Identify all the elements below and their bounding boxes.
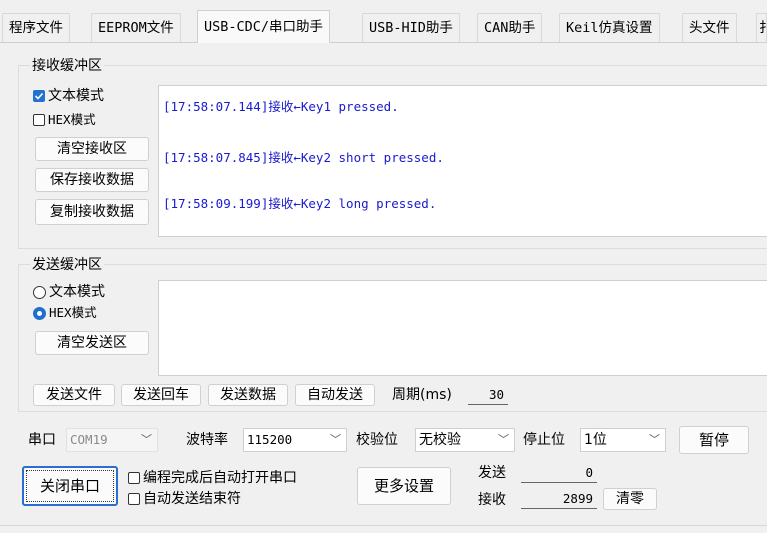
received-count-value: 2899 — [521, 489, 597, 509]
tab-label: CAN助手 — [484, 20, 536, 36]
auto-open-port-checkbox[interactable]: 编程完成后自动打开串口 — [128, 470, 297, 486]
send-text-mode-label: 文本模式 — [49, 284, 105, 300]
send-textarea[interactable] — [158, 280, 767, 376]
send-text-mode-radio[interactable]: 文本模式 — [33, 284, 105, 300]
parity-label: 校验位 — [356, 432, 398, 448]
bottom-divider — [0, 525, 767, 526]
checkbox-empty-icon — [128, 493, 140, 505]
pause-button[interactable]: 暂停 — [679, 426, 749, 454]
close-port-button[interactable]: 关闭串口 — [22, 466, 118, 506]
chevron-down-icon: ﹀ — [649, 433, 660, 446]
clear-send-button[interactable]: 清空发送区 — [35, 331, 149, 355]
port-label: 串口 — [28, 432, 56, 448]
tab-label: EEPROM文件 — [98, 20, 174, 36]
tab-usb-cdc-serial[interactable]: USB-CDC/串口助手 — [197, 10, 331, 43]
send-data-button[interactable]: 发送数据 — [208, 384, 288, 406]
receive-hex-mode-label: HEX模式 — [48, 112, 96, 127]
tab-usb-hid[interactable]: USB-HID助手 — [362, 13, 460, 42]
receive-buffer-title: 接收缓冲区 — [30, 58, 104, 74]
tab-eeprom-file[interactable]: EEPROM文件 — [91, 13, 181, 42]
tab-header-file[interactable]: 头文件 — [682, 13, 737, 42]
tab-label: 扌 — [759, 20, 766, 36]
auto-send-terminator-label: 自动发送结束符 — [143, 491, 241, 507]
tab-can[interactable]: CAN助手 — [477, 13, 543, 42]
radio-selected-icon — [33, 306, 46, 320]
received-line: [17:58:07.144]接收←Key1 pressed. — [163, 99, 399, 114]
received-line: [17:58:09.199]接收←Key2 long pressed. — [163, 196, 437, 211]
parity-select[interactable]: 无校验 ﹀ — [415, 428, 515, 452]
port-select[interactable]: COM19 ﹀ — [66, 428, 158, 452]
baud-select[interactable]: 115200 ﹀ — [243, 428, 347, 452]
receive-text-mode-label: 文本模式 — [48, 88, 104, 104]
sent-count-value: 0 — [521, 463, 597, 483]
chevron-down-icon: ﹀ — [498, 433, 509, 446]
chevron-down-icon: ﹀ — [330, 433, 341, 446]
auto-send-button[interactable]: 自动发送 — [295, 384, 375, 406]
period-input[interactable]: 30 — [468, 385, 508, 405]
tab-label: Keil仿真设置 — [566, 20, 653, 36]
send-buffer-title: 发送缓冲区 — [30, 257, 104, 273]
received-count-label: 接收 — [478, 492, 506, 508]
clear-receive-button[interactable]: 清空接收区 — [35, 137, 149, 161]
copy-receive-button[interactable]: 复制接收数据 — [35, 199, 149, 225]
checkbox-empty-icon — [128, 472, 140, 484]
sent-count-label: 发送 — [478, 465, 506, 481]
check-icon — [33, 90, 45, 102]
parity-value: 无校验 — [419, 432, 461, 448]
chevron-down-icon: ﹀ — [141, 433, 152, 446]
tab-bar: 程序文件 EEPROM文件 USB-CDC/串口助手 USB-HID助手 CAN… — [0, 0, 767, 43]
auto-open-port-label: 编程完成后自动打开串口 — [143, 470, 297, 486]
send-hex-mode-radio[interactable]: HEX模式 — [33, 305, 97, 321]
stop-bits-select[interactable]: 1位 ﹀ — [580, 428, 666, 452]
stop-bits-label: 停止位 — [523, 432, 565, 448]
tab-label: 程序文件 — [9, 20, 63, 36]
baud-value: 115200 — [247, 432, 293, 447]
stop-bits-value: 1位 — [584, 432, 607, 448]
received-line: [17:58:07.845]接收←Key2 short pressed. — [163, 150, 444, 165]
period-label: 周期(ms) — [392, 387, 452, 403]
tab-keil-settings[interactable]: Keil仿真设置 — [559, 13, 660, 42]
tab-label: 头文件 — [689, 20, 730, 36]
port-value: COM19 — [70, 432, 108, 447]
send-file-button[interactable]: 发送文件 — [33, 384, 115, 406]
tab-label: USB-HID助手 — [369, 20, 453, 36]
send-hex-mode-label: HEX模式 — [49, 305, 97, 320]
checkbox-empty-icon — [33, 114, 45, 126]
baud-label: 波特率 — [186, 432, 228, 448]
radio-empty-icon — [33, 285, 46, 299]
save-receive-button[interactable]: 保存接收数据 — [35, 168, 149, 192]
tab-label: USB-CDC/串口助手 — [204, 19, 324, 35]
tab-overflow[interactable]: 扌 — [756, 13, 767, 42]
reset-count-button[interactable]: 清零 — [603, 488, 657, 510]
auto-send-terminator-checkbox[interactable]: 自动发送结束符 — [128, 491, 241, 507]
receive-hex-mode-checkbox[interactable]: HEX模式 — [33, 112, 96, 128]
receive-text-mode-checkbox[interactable]: 文本模式 — [33, 88, 104, 104]
send-enter-button[interactable]: 发送回车 — [121, 384, 201, 406]
more-settings-button[interactable]: 更多设置 — [357, 467, 451, 505]
receive-textarea[interactable]: [17:58:07.144]接收←Key1 pressed. [17:58:07… — [158, 85, 767, 237]
tab-program-file[interactable]: 程序文件 — [2, 13, 70, 42]
